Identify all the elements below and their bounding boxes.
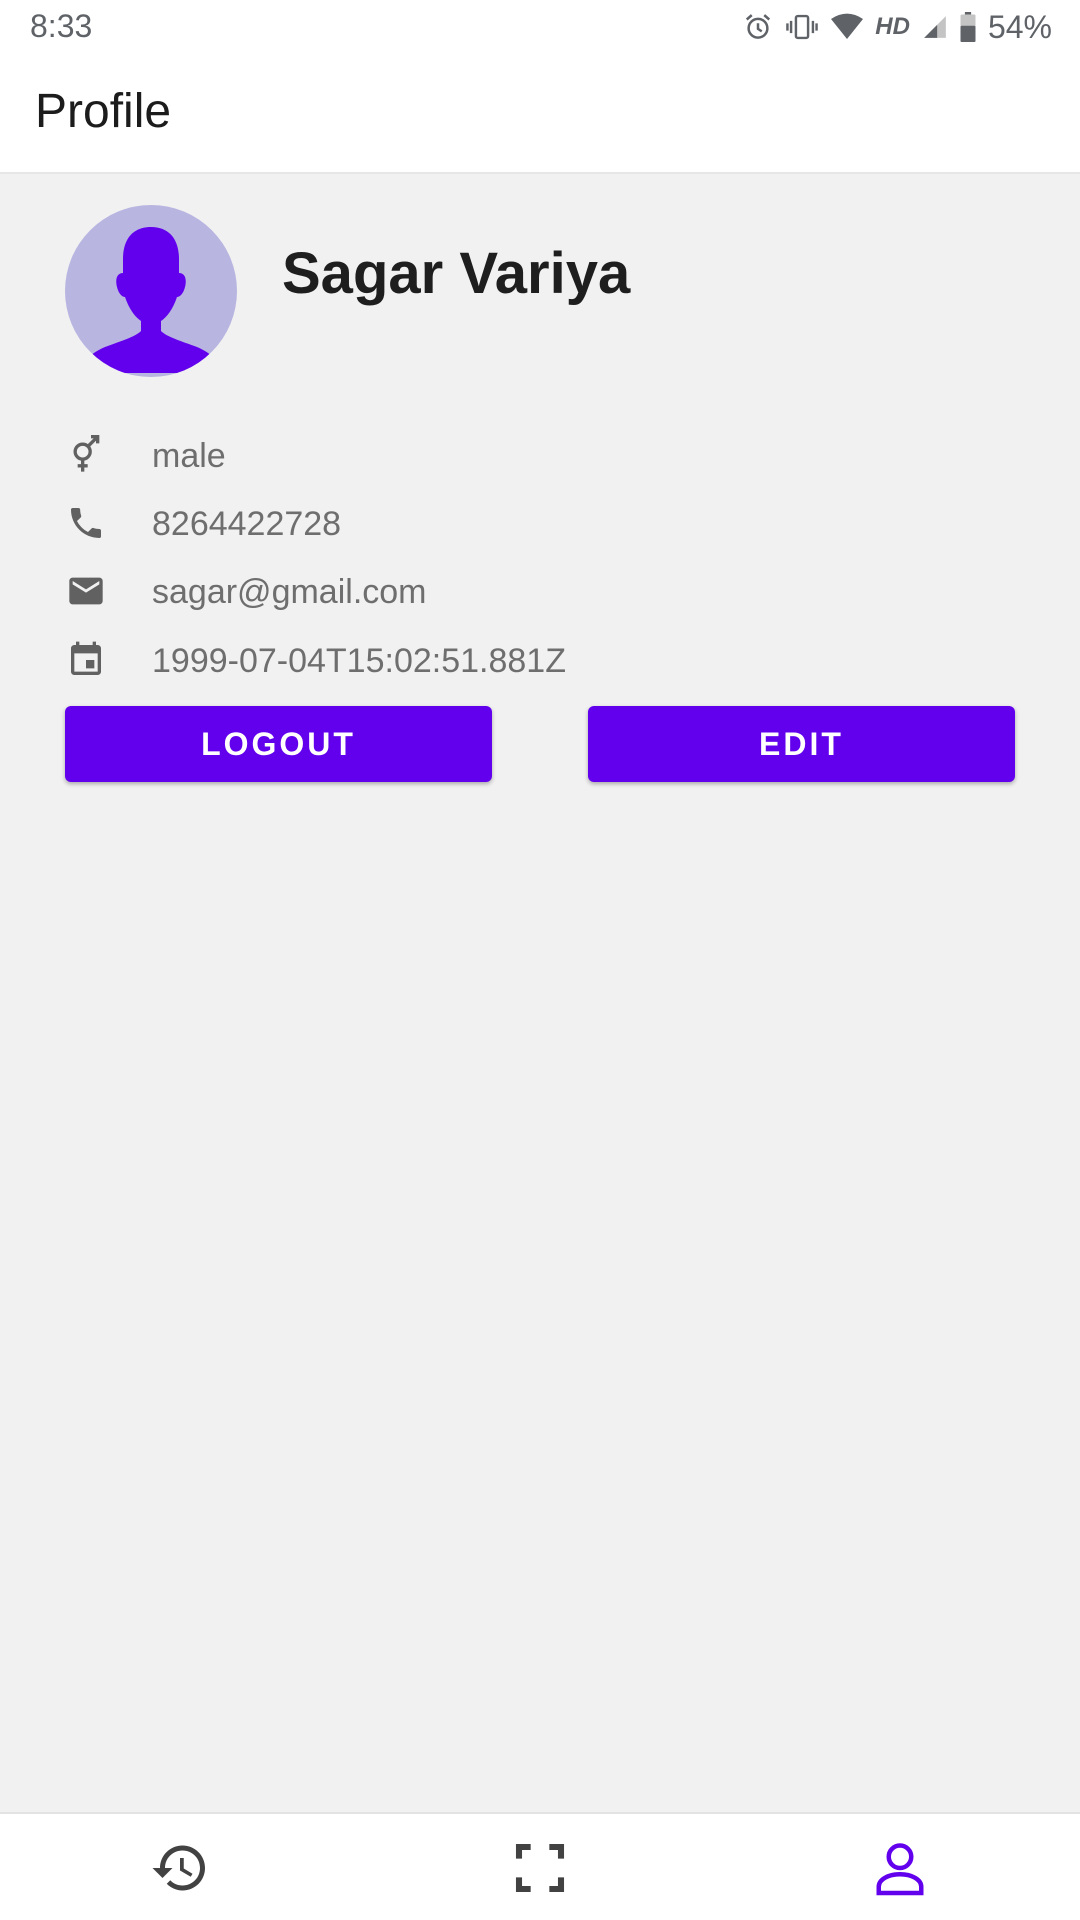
battery-icon [960,12,976,42]
page-title: Profile [35,85,172,138]
phone-row: 8264422728 [0,493,1080,553]
wifi-icon [831,13,864,41]
gender-value: male [152,437,226,475]
signal-icon [922,14,948,40]
nav-item-profile[interactable] [720,1814,1080,1920]
status-bar: 8:33 HD 54% [0,0,1080,54]
profile-name: Sagar Variya [282,241,631,306]
person-silhouette-icon [79,227,223,373]
scan-icon [515,1843,565,1893]
battery-percent: 54% [987,8,1052,45]
nav-item-scan[interactable] [360,1814,720,1920]
calendar-icon [66,640,106,680]
phone-icon [66,503,106,543]
birthdate-value: 1999-07-04T15:02:51.881Z [152,642,566,680]
avatar [65,205,237,377]
status-time: 8:33 [30,8,93,44]
phone-value: 8264422728 [152,505,342,543]
gender-icon [66,435,106,475]
birthdate-row: 1999-07-04T15:02:51.881Z [0,630,1080,690]
gender-row: male [0,425,1080,485]
app-bar: Profile [0,54,1080,174]
edit-button[interactable]: EDIT [588,706,1015,782]
logout-button[interactable]: LOGOUT [65,706,492,782]
email-value: sagar@gmail.com [152,573,427,611]
profile-screen: 8:33 HD 54% Profile Sagar Variya male 82… [0,0,1080,1920]
vibrate-icon [785,12,819,42]
email-row: sagar@gmail.com [0,561,1080,621]
nav-item-history[interactable] [0,1814,360,1920]
alarm-icon [743,12,773,42]
email-icon [66,571,106,611]
bottom-navigation [0,1812,1080,1920]
status-icons: HD 54% [743,6,1052,48]
profile-icon [876,1843,924,1896]
network-type-label: HD [875,13,910,40]
history-icon [152,1845,205,1891]
